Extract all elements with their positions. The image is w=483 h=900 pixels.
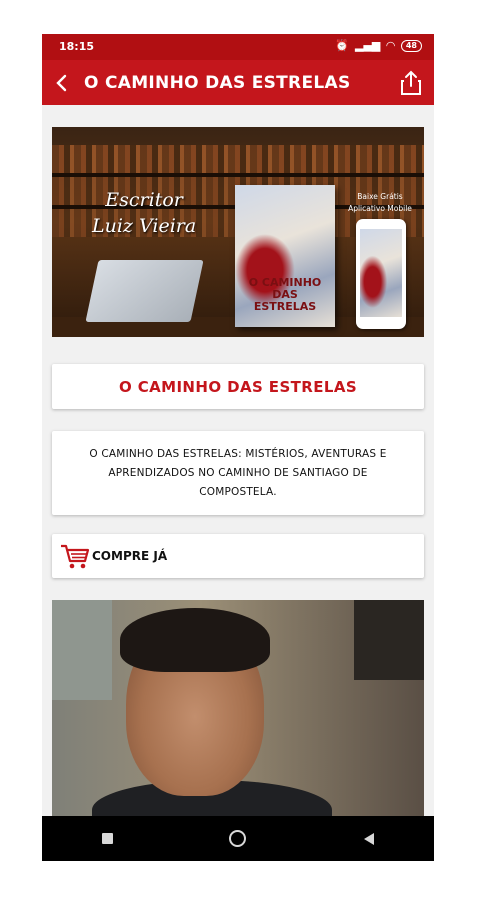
- book-title: O CAMINHO DAS ESTRELAS: [118, 377, 358, 396]
- recents-square-icon[interactable]: [92, 824, 122, 854]
- buy-now-label: COMPRE JÁ: [92, 549, 168, 563]
- system-navigation-bar: [42, 816, 434, 861]
- back-triangle-icon[interactable]: [354, 824, 384, 854]
- bookshelf-row: [52, 145, 424, 173]
- shopping-cart-icon: [61, 544, 90, 569]
- author-photo: [52, 600, 424, 816]
- description-card: O CAMINHO DAS ESTRELAS: MISTÉRIOS, AVENT…: [52, 431, 424, 515]
- book-description: O CAMINHO DAS ESTRELAS: MISTÉRIOS, AVENT…: [89, 447, 387, 498]
- signal-icon: ▂▄▆: [355, 39, 381, 52]
- title-card: O CAMINHO DAS ESTRELAS: [52, 364, 424, 409]
- app-bar: O CAMINHO DAS ESTRELAS: [42, 60, 434, 105]
- mobile-phone-illustration: [356, 219, 406, 329]
- author-hair: [120, 608, 270, 672]
- wifi-icon: ◠: [386, 39, 395, 52]
- laptop-illustration: [85, 260, 204, 322]
- book-cover-title: O CAMINHO DAS ESTRELAS: [248, 276, 322, 313]
- status-time: 18:15: [59, 40, 95, 53]
- page-title: O CAMINHO DAS ESTRELAS: [84, 73, 351, 93]
- wall-frame: [354, 600, 424, 680]
- buy-now-button[interactable]: COMPRE JÁ: [52, 534, 424, 578]
- author-signature: Escritor Luiz Vieira: [92, 189, 197, 237]
- promo-text: Baixe Grátis Aplicativo Mobile: [348, 192, 412, 213]
- battery-icon: 48: [400, 39, 422, 52]
- book-banner-image: Escritor Luiz Vieira O CAMINHO DAS ESTRE…: [52, 127, 424, 337]
- home-circle-icon[interactable]: [223, 824, 253, 854]
- arrow-left-icon[interactable]: [50, 71, 74, 95]
- phone-screen: 18:15 ⏰ ▂▄▆ ◠ 48 O CAMINHO DAS ESTRELAS …: [42, 34, 434, 861]
- status-icons: ⏰ ▂▄▆ ◠ 48: [335, 39, 422, 52]
- book-cover: O CAMINHO DAS ESTRELAS: [235, 185, 335, 327]
- share-icon[interactable]: [398, 69, 424, 97]
- alarm-icon: ⏰: [335, 39, 349, 52]
- status-bar: 18:15 ⏰ ▂▄▆ ◠ 48: [42, 34, 434, 60]
